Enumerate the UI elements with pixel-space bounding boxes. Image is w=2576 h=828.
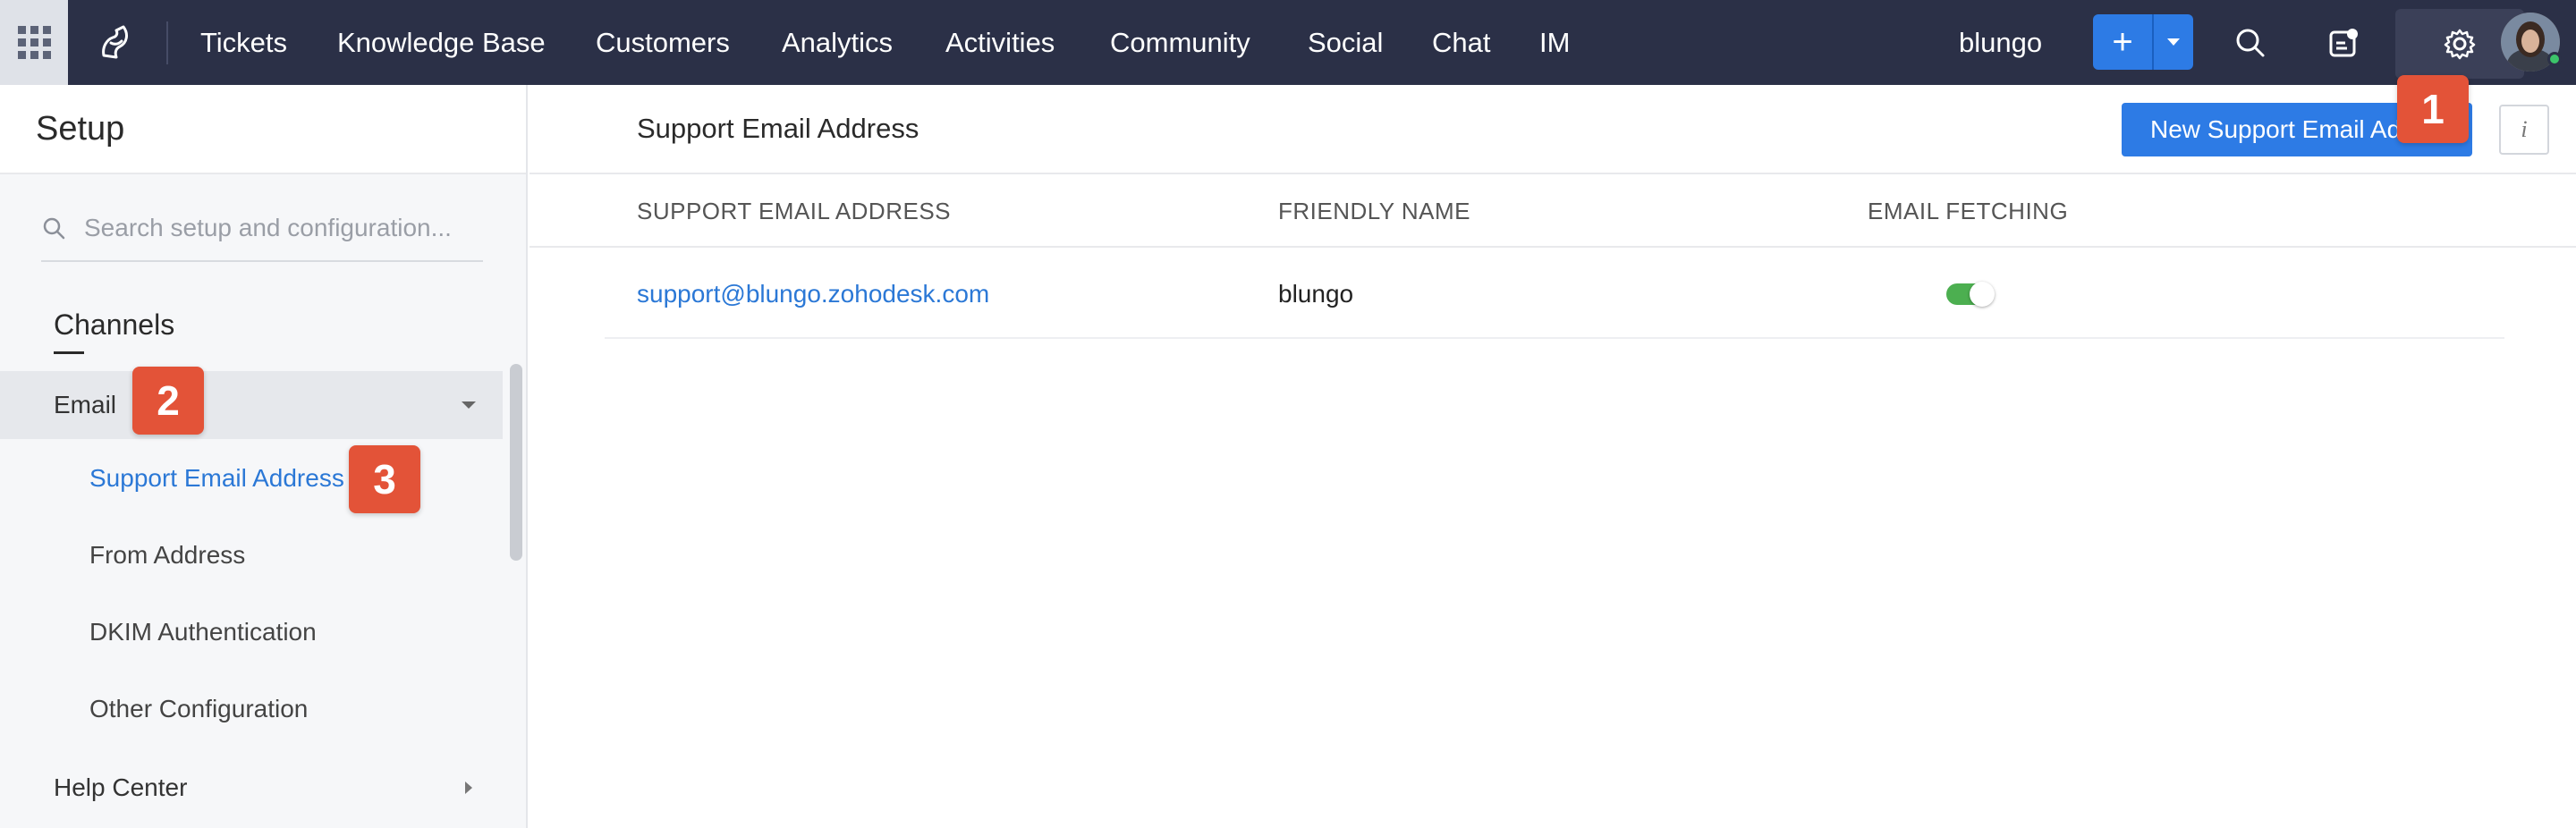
support-email-link[interactable]: support@blungo.zohodesk.com bbox=[637, 249, 989, 339]
step-badge-2: 2 bbox=[132, 367, 204, 435]
notification-icon[interactable] bbox=[2322, 21, 2365, 64]
main-header: Support Email Address New Support Email … bbox=[530, 85, 2576, 174]
search-icon[interactable] bbox=[2229, 21, 2272, 64]
organization-name[interactable]: blungo bbox=[1959, 0, 2042, 85]
column-header-email-fetching[interactable]: EMAIL FETCHING bbox=[1868, 174, 2068, 248]
section-title-channels: Channels bbox=[54, 308, 175, 341]
nav-analytics[interactable]: Analytics bbox=[782, 0, 893, 85]
sidebar-item-support-email-address[interactable]: Support Email Address bbox=[89, 464, 344, 493]
add-new-button[interactable]: + bbox=[2093, 14, 2193, 70]
search-icon bbox=[43, 217, 65, 240]
sidebar-item-label: Help Center bbox=[54, 773, 188, 801]
step-badge-3: 3 bbox=[349, 445, 420, 513]
sidebar-item-help-center[interactable]: Help Center bbox=[0, 754, 503, 822]
table-header: SUPPORT EMAIL ADDRESS FRIENDLY NAME EMAI… bbox=[530, 174, 2576, 248]
sidebar-title: Setup bbox=[0, 85, 526, 174]
apps-grid-icon[interactable] bbox=[0, 0, 68, 85]
nav-chat[interactable]: Chat bbox=[1432, 0, 1490, 85]
chevron-down-icon bbox=[462, 401, 476, 409]
zoho-desk-logo[interactable] bbox=[93, 20, 140, 66]
step-badge-1: 1 bbox=[2397, 75, 2469, 143]
online-status-dot bbox=[2547, 52, 2562, 66]
nav-activities[interactable]: Activities bbox=[945, 0, 1055, 85]
toggle-knob bbox=[1970, 282, 1995, 307]
chevron-right-icon bbox=[465, 782, 472, 794]
sidebar-item-dkim-authentication[interactable]: DKIM Authentication bbox=[89, 618, 317, 646]
setup-search-input[interactable] bbox=[84, 214, 478, 242]
friendly-name-cell: blungo bbox=[1278, 280, 1354, 308]
top-navigation-bar: Tickets Knowledge Base Customers Analyti… bbox=[0, 0, 2576, 85]
nav-community[interactable]: Community bbox=[1110, 0, 1250, 85]
nav-social[interactable]: Social bbox=[1308, 0, 1383, 85]
sidebar-item-other-configuration[interactable]: Other Configuration bbox=[89, 695, 308, 723]
plus-icon[interactable]: + bbox=[2093, 14, 2152, 70]
sidebar-scrollbar[interactable] bbox=[510, 364, 522, 561]
sidebar-item-from-address[interactable]: From Address bbox=[89, 541, 245, 570]
gear-icon bbox=[2444, 29, 2476, 60]
sidebar-item-label: Email bbox=[54, 391, 117, 418]
table-row[interactable]: support@blungo.zohodesk.com blungo bbox=[605, 249, 2504, 339]
setup-sidebar: Setup Channels Email Support Email Addre… bbox=[0, 85, 528, 828]
main-content: Support Email Address New Support Email … bbox=[530, 85, 2576, 828]
chevron-down-icon bbox=[2167, 38, 2180, 46]
add-dropdown-toggle[interactable] bbox=[2154, 14, 2193, 70]
email-fetching-toggle[interactable] bbox=[1946, 282, 1995, 307]
info-icon[interactable]: i bbox=[2499, 105, 2549, 155]
nav-tickets[interactable]: Tickets bbox=[200, 0, 287, 85]
column-header-friendly-name[interactable]: FRIENDLY NAME bbox=[1278, 174, 1470, 248]
setup-search[interactable] bbox=[41, 196, 483, 262]
column-header-support-email-address[interactable]: SUPPORT EMAIL ADDRESS bbox=[637, 174, 951, 248]
nav-knowledge-base[interactable]: Knowledge Base bbox=[337, 0, 546, 85]
page-title: Support Email Address bbox=[637, 113, 919, 144]
nav-im[interactable]: IM bbox=[1539, 0, 1570, 85]
nav-divider bbox=[166, 21, 168, 64]
section-underline bbox=[54, 351, 84, 354]
sidebar-item-email[interactable]: Email bbox=[0, 371, 503, 439]
nav-customers[interactable]: Customers bbox=[596, 0, 730, 85]
